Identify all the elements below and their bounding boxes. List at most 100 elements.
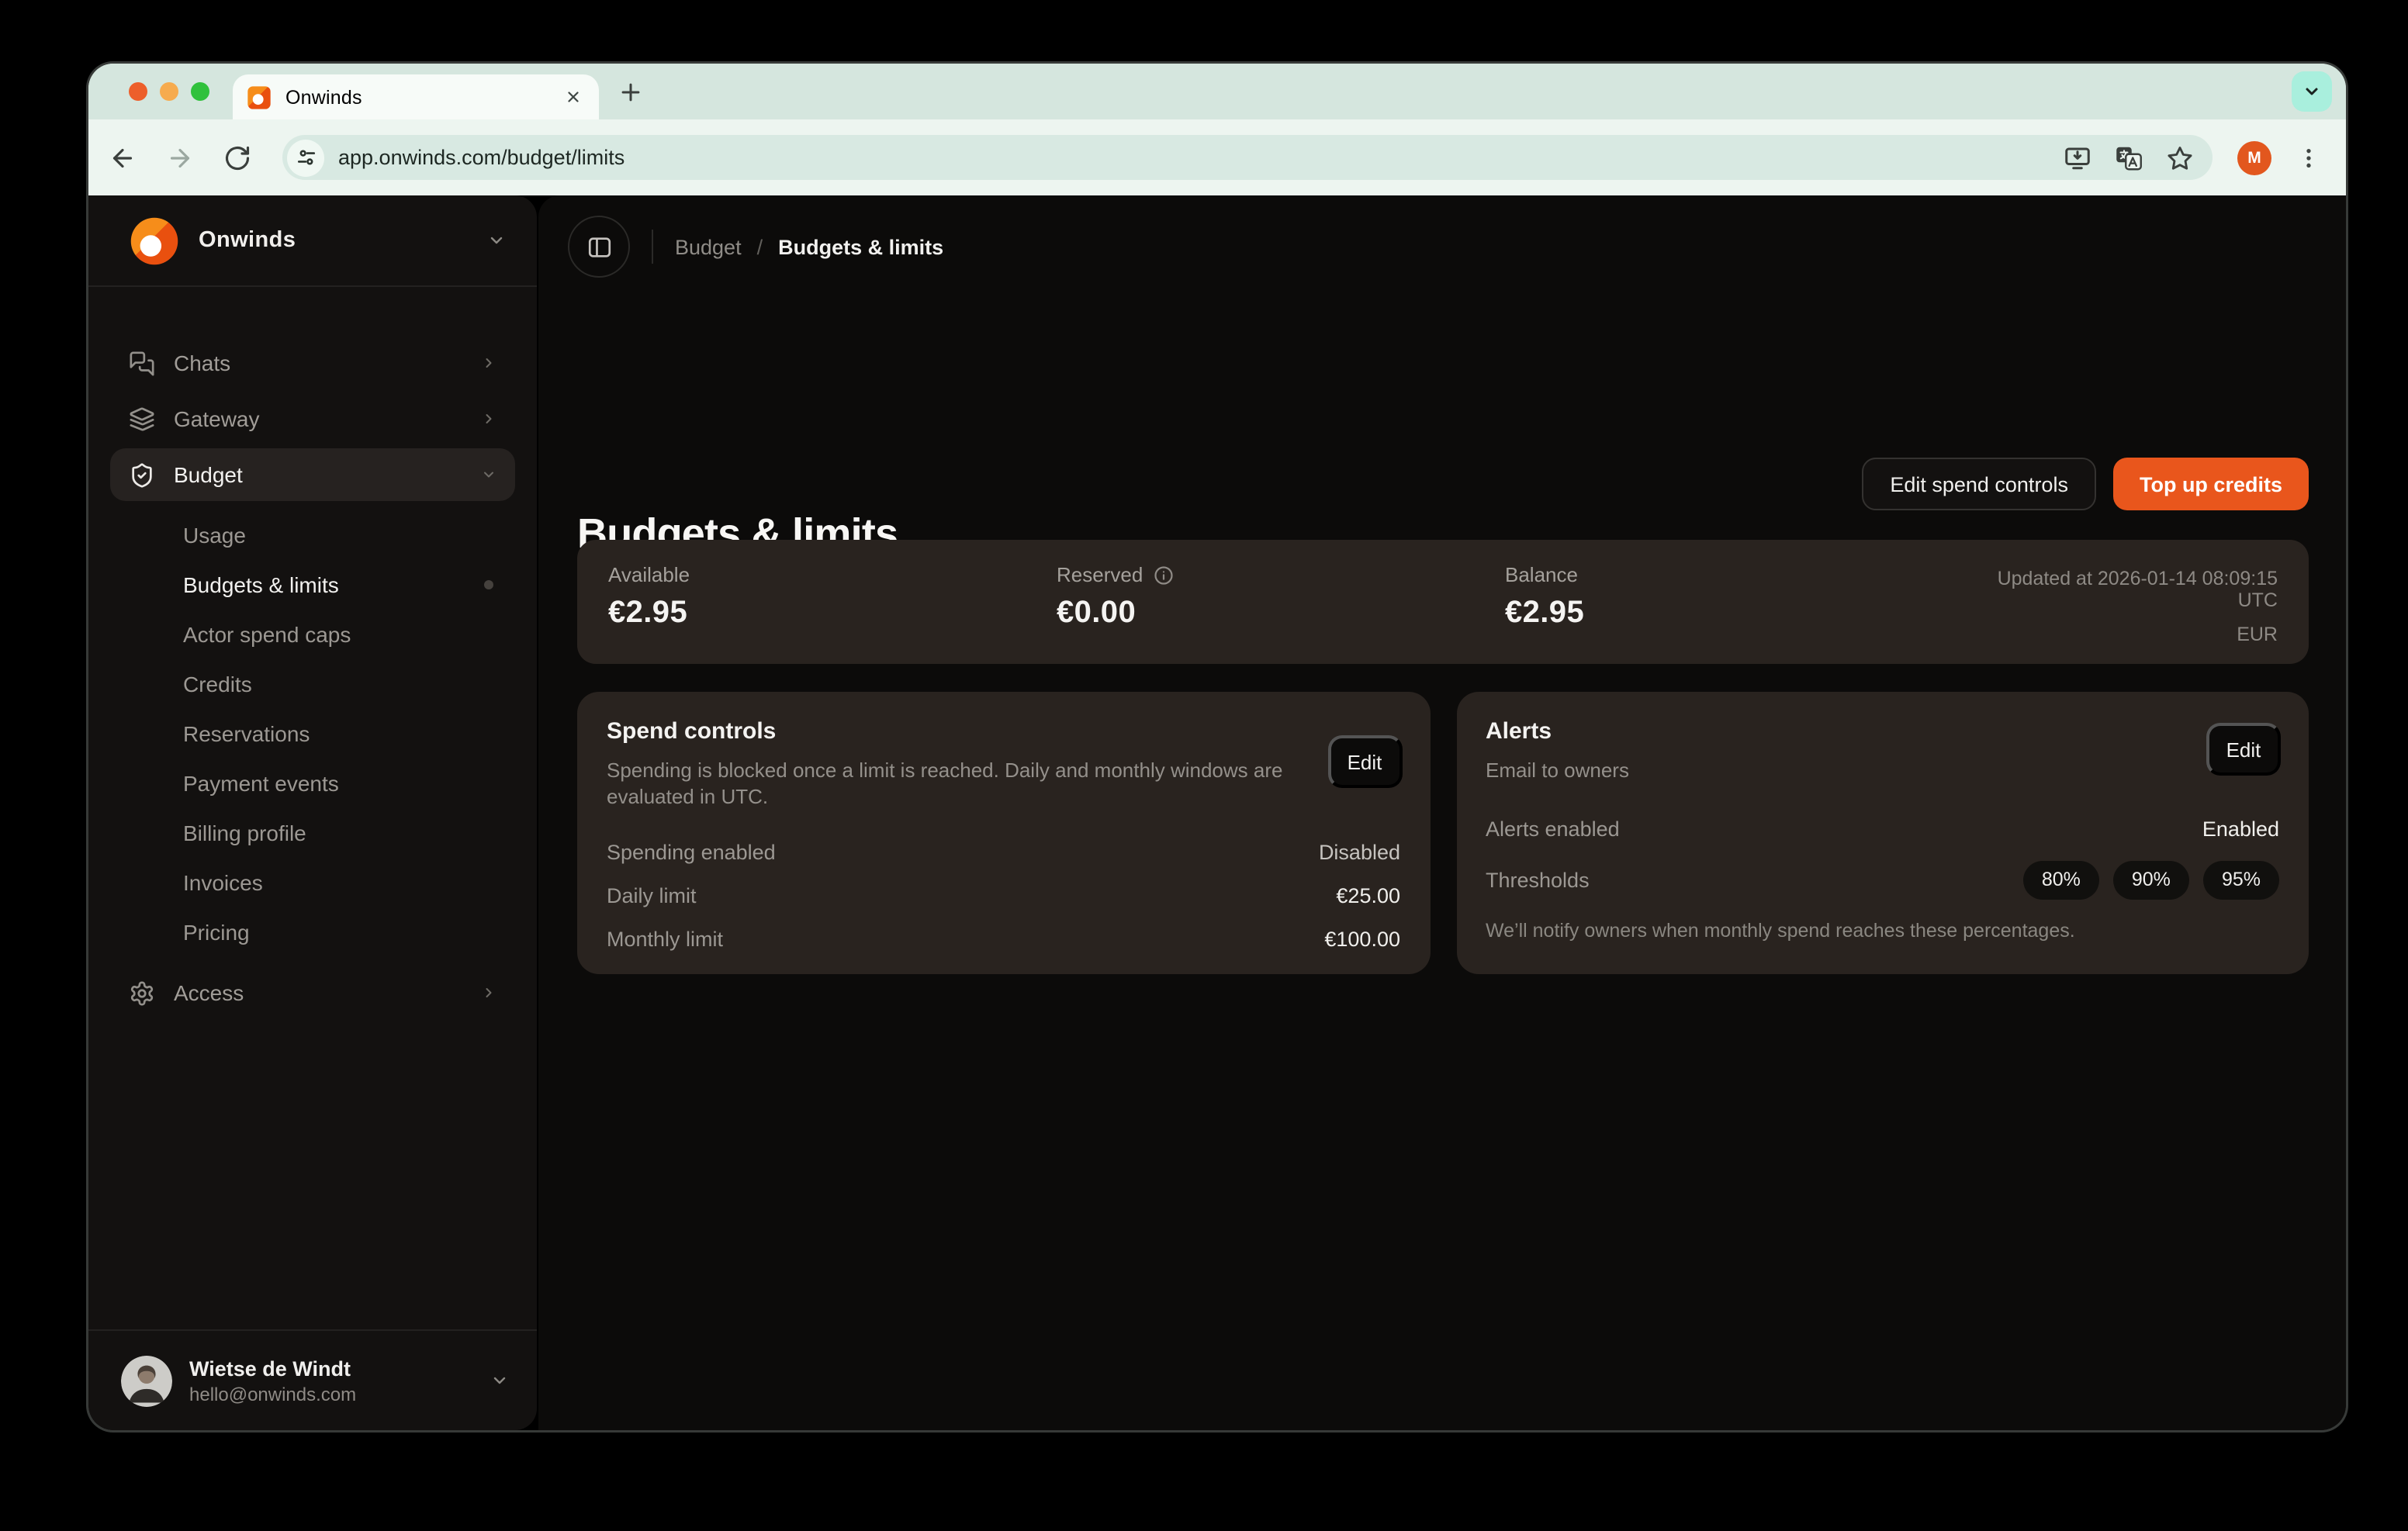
zoom-window-button[interactable] [191, 82, 209, 101]
sidebar-item-label: Chats [174, 351, 462, 375]
browser-tab[interactable]: Onwinds [233, 74, 599, 119]
balance-summary-bar: Available €2.95 Reserved €0.00 Balance €… [577, 540, 2309, 664]
threshold-pill: 80% [2023, 860, 2099, 899]
card-title: Spend controls [607, 718, 1400, 745]
tab-search-button[interactable] [2292, 71, 2332, 112]
reload-icon[interactable] [223, 143, 251, 171]
sidebar-item-label: Usage [183, 523, 246, 548]
close-window-button[interactable] [129, 82, 147, 101]
info-icon[interactable] [1152, 564, 1174, 586]
browser-toolbar: app.onwinds.com/budget/limits M [88, 119, 2346, 195]
stat-label: Reserved [1057, 563, 1143, 586]
sidebar-item-actor-spend-caps[interactable]: Actor spend caps [110, 610, 515, 659]
stat-meta: Updated at 2026-01-14 08:09:15 UTC EUR [1953, 563, 2278, 664]
onwinds-favicon-icon [247, 85, 272, 109]
edit-spend-controls-card-button[interactable]: Edit [1327, 735, 1402, 788]
address-bar[interactable]: app.onwinds.com/budget/limits [282, 135, 2213, 180]
user-avatar [121, 1355, 172, 1406]
sidebar-item-label: Reservations [183, 721, 310, 746]
budget-subnav: Usage Budgets & limits Actor spend caps … [110, 504, 515, 957]
site-settings-icon[interactable] [287, 139, 324, 176]
browser-profile-avatar[interactable]: M [2237, 140, 2271, 175]
threshold-pill: 90% [2113, 860, 2189, 899]
page-actions: Edit spend controls Top up credits [1862, 458, 2309, 510]
sidebar-item-credits[interactable]: Credits [110, 659, 515, 709]
edit-spend-controls-button[interactable]: Edit spend controls [1862, 458, 2096, 510]
spend-controls-card: Edit Spend controls Spending is blocked … [577, 692, 1430, 974]
user-email: hello@onwinds.com [189, 1383, 490, 1405]
cards-row: Edit Spend controls Spending is blocked … [577, 692, 2309, 974]
sidebar-item-budget[interactable]: Budget [110, 448, 515, 501]
chats-icon [129, 350, 155, 376]
browser-menu-icon[interactable] [2296, 145, 2321, 170]
back-icon[interactable] [109, 143, 137, 171]
row-spending-enabled: Spending enabled Disabled [607, 830, 1400, 873]
tab-strip: Onwinds [88, 64, 2346, 119]
window-controls [129, 82, 209, 101]
sidebar-item-gateway[interactable]: Gateway [110, 392, 515, 445]
threshold-pills: 80% 90% 95% [2023, 860, 2279, 899]
sidebar-item-label: Billing profile [183, 821, 306, 845]
row-label: Monthly limit [607, 927, 723, 950]
sidebar-item-usage[interactable]: Usage [110, 510, 515, 560]
currency-code: EUR [1953, 624, 2278, 645]
row-value: €100.00 [1324, 927, 1400, 950]
stat-balance: Balance €2.95 [1505, 563, 1953, 664]
sidebar-item-budgets-limits[interactable]: Budgets & limits [110, 560, 515, 610]
row-label: Thresholds [1486, 868, 1590, 891]
card-subtitle: Email to owners [1486, 759, 2279, 782]
sidebar-item-label: Actor spend caps [183, 622, 351, 647]
gateway-icon [129, 406, 155, 432]
chevron-down-icon [2302, 82, 2321, 101]
row-daily-limit: Daily limit €25.00 [607, 873, 1400, 917]
translate-icon[interactable] [2115, 143, 2143, 171]
sidebar-item-invoices[interactable]: Invoices [110, 858, 515, 907]
card-description: Spending is blocked once a limit is reac… [607, 759, 1289, 810]
minimize-window-button[interactable] [160, 82, 178, 101]
chevron-down-icon [481, 467, 496, 482]
sidebar-nav: Chats Gateway Budget Usage [88, 287, 537, 1022]
stat-value: €2.95 [1505, 596, 1953, 631]
chevron-down-icon [487, 231, 506, 250]
page-header: Budget / Budgets & limits [568, 216, 943, 278]
sidebar-toggle-button[interactable] [568, 216, 630, 278]
sidebar-item-label: Gateway [174, 406, 462, 431]
sidebar-item-billing-profile[interactable]: Billing profile [110, 808, 515, 858]
updated-at: Updated at 2026-01-14 08:09:15 UTC [1953, 568, 2278, 611]
org-switcher[interactable]: Onwinds [88, 195, 537, 287]
sidebar-item-label: Access [174, 980, 462, 1005]
sidebar-item-chats[interactable]: Chats [110, 337, 515, 389]
row-alerts-enabled: Alerts enabled Enabled [1486, 807, 2279, 850]
bookmark-star-icon[interactable] [2166, 143, 2194, 171]
stat-available: Available €2.95 [608, 563, 1057, 664]
sidebar-item-payment-events[interactable]: Payment events [110, 759, 515, 808]
budget-shield-icon [129, 461, 155, 488]
stat-value: €2.95 [608, 596, 1057, 631]
threshold-pill: 95% [2203, 860, 2279, 899]
chevron-down-icon [490, 1371, 509, 1390]
panel-left-icon [586, 233, 612, 260]
divider [652, 230, 653, 264]
breadcrumb-separator: / [757, 235, 763, 258]
gear-icon [129, 980, 155, 1006]
alerts-card: Edit Alerts Email to owners Alerts enabl… [1456, 692, 2309, 974]
row-value: €25.00 [1336, 883, 1400, 907]
user-name: Wietse de Windt [189, 1356, 490, 1380]
chevron-right-icon [481, 411, 496, 427]
top-up-credits-button[interactable]: Top up credits [2113, 458, 2309, 510]
user-menu[interactable]: Wietse de Windt hello@onwinds.com [88, 1329, 537, 1430]
stat-reserved: Reserved €0.00 [1057, 563, 1505, 664]
chevron-right-icon [481, 355, 496, 371]
breadcrumb-current: Budgets & limits [778, 235, 943, 258]
sidebar-item-reservations[interactable]: Reservations [110, 709, 515, 759]
stat-label: Balance [1505, 563, 1578, 586]
install-app-icon[interactable] [2064, 143, 2091, 171]
tab-close-icon[interactable] [560, 85, 585, 109]
sidebar-item-pricing[interactable]: Pricing [110, 907, 515, 957]
new-tab-icon[interactable] [618, 79, 644, 105]
sidebar-item-access[interactable]: Access [110, 966, 515, 1019]
url-text[interactable]: app.onwinds.com/budget/limits [338, 146, 2064, 169]
forward-icon[interactable] [166, 143, 194, 171]
edit-alerts-button[interactable]: Edit [2206, 723, 2281, 776]
breadcrumb-parent[interactable]: Budget [675, 235, 742, 258]
